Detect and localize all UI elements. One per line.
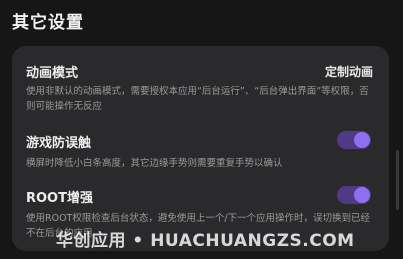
setting-description: 使用非默认的动画模式，需要授权本应用“后台运行”、“后台弹出界面”等权限，否则可… [26,86,369,112]
section-title: 其它设置 [12,13,84,33]
toggle-knob [354,187,370,203]
game-anti-mistouch-toggle[interactable] [337,131,371,149]
root-enhance-toggle[interactable] [337,186,371,204]
settings-page: 其它设置 动画模式 定制动画 使用非默认的动画模式，需要授权本应用“后台运行”、… [0,0,403,259]
scrollbar[interactable] [396,150,399,210]
setting-title: ROOT增强 [26,191,93,206]
setting-title: 动画模式 [26,66,79,81]
setting-description: 横屏时降低小白条高度，其它边缘手势则需要重复手势以确认 [26,158,283,169]
watermark: 华创应用 • HUACHUANGZS.COM [56,231,355,251]
setting-title: 游戏防误触 [26,136,92,151]
toggle-knob [354,132,370,148]
setting-value: 定制动画 [324,65,373,79]
settings-card: 动画模式 定制动画 使用非默认的动画模式，需要授权本应用“后台运行”、“后台弹出… [12,46,389,251]
